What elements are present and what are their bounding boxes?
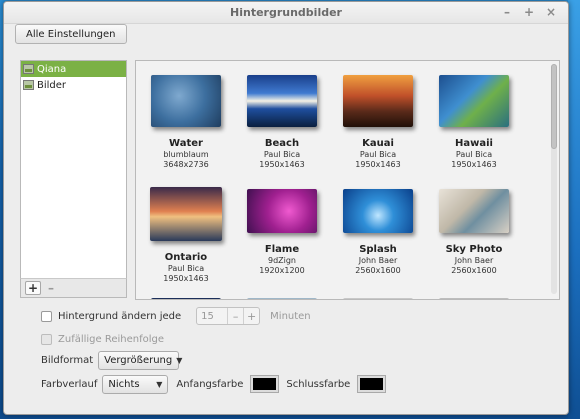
wallpaper-tile-beach[interactable]: Beach Paul Bica 1950x1463 (237, 75, 327, 170)
wallpaper-author: Paul Bica (359, 150, 397, 159)
wallpaper-thumbnail (439, 75, 509, 127)
interval-unit-label: Minuten (270, 310, 311, 322)
interval-spinner[interactable]: 15 – + (196, 307, 261, 325)
grid-scrollbar[interactable] (551, 64, 557, 294)
wallpaper-author: Paul Bica (167, 264, 205, 273)
wallpaper-resolution: 1950x1463 (259, 160, 305, 169)
wallpaper-name: Beach (264, 138, 300, 149)
maximize-button[interactable]: + (522, 4, 536, 20)
wallpaper-tile-splash[interactable]: Splash John Baer 2560x1600 (333, 189, 423, 276)
gradient-value: Nichts (108, 378, 140, 390)
add-source-button[interactable]: + (25, 281, 41, 295)
wallpaper-thumbnail (439, 189, 509, 233)
wallpaper-name: Water (169, 138, 203, 149)
picture-format-value: Vergrößerung (104, 354, 173, 366)
source-item-qiana[interactable]: Qiana (21, 61, 126, 77)
interval-increase-button[interactable]: + (243, 308, 259, 324)
wallpaper-resolution: 1950x1463 (451, 160, 497, 169)
chevron-down-icon: ▼ (176, 355, 183, 365)
wallpaper-tile-kauai[interactable]: Kauai Paul Bica 1950x1463 (333, 75, 423, 170)
picture-format-row: Bildformat Vergrößerung ▼ (41, 350, 183, 370)
picture-folder-icon (23, 80, 34, 90)
wallpaper-tile-flame[interactable]: Flame 9dZign 1920x1200 (237, 189, 327, 276)
chevron-down-icon: ▼ (156, 379, 163, 389)
interval-decrease-button[interactable]: – (227, 308, 243, 324)
title-bar: Hintergrundbilder – + × (4, 2, 568, 24)
wallpaper-name: Splash (359, 244, 397, 255)
wallpaper-resolution: 2560x1600 (355, 266, 401, 275)
gradient-label: Farbverlauf (41, 378, 98, 390)
source-list-toolbar: + – (20, 278, 127, 298)
wallpaper-name: Sky Photo (445, 244, 503, 255)
picture-format-dropdown[interactable]: Vergrößerung ▼ (98, 350, 183, 370)
toolbar: Alle Einstellungen (4, 24, 568, 50)
wallpaper-resolution: 3648x2736 (163, 160, 209, 169)
window-title: Hintergrundbilder (230, 6, 342, 19)
close-button[interactable]: × (544, 4, 558, 20)
wallpaper-author: blumblaum (163, 150, 209, 159)
wallpaper-name: Ontario (164, 252, 208, 263)
picture-format-label: Bildformat (41, 354, 94, 366)
wallpaper-resolution: 1950x1463 (355, 160, 401, 169)
end-color-label: Schlussfarbe (286, 378, 351, 390)
change-interval-row: Hintergrund ändern jede 15 – + Minuten (41, 306, 311, 326)
wallpaper-thumbnail (247, 75, 317, 127)
wallpaper-name: Hawaii (455, 138, 493, 149)
end-color-button[interactable] (357, 375, 387, 393)
grid-scrollbar-thumb[interactable] (551, 64, 557, 149)
source-list: Qiana Bilder (20, 60, 127, 298)
wallpaper-tile-water[interactable]: Water blumblaum 3648x2736 (141, 75, 231, 170)
wallpaper-author: John Baer (454, 256, 494, 265)
wallpaper-resolution: 2560x1600 (451, 266, 497, 275)
interval-value: 15 (201, 310, 214, 322)
wallpaper-author: 9dZign (267, 256, 297, 265)
wallpaper-thumbnail-partial[interactable] (151, 298, 221, 299)
change-background-checkbox[interactable] (41, 310, 52, 322)
source-item-bilder[interactable]: Bilder (21, 77, 126, 93)
wallpaper-tile-sky-photo[interactable]: Sky Photo John Baer 2560x1600 (429, 189, 519, 276)
gradient-dropdown[interactable]: Nichts ▼ (102, 374, 169, 394)
desktop-background (568, 0, 580, 419)
wallpaper-thumbnail (343, 75, 413, 127)
wallpaper-thumbnail-partial[interactable] (343, 298, 413, 299)
minimize-button[interactable]: – (500, 4, 514, 20)
picture-folder-icon (23, 64, 34, 74)
random-order-checkbox[interactable] (41, 333, 52, 345)
wallpaper-settings-window: Hintergrundbilder – + × Alle Einstellung… (3, 1, 569, 415)
wallpaper-thumbnail-partial[interactable] (247, 298, 317, 299)
source-item-label: Qiana (37, 63, 67, 75)
start-color-label: Anfangsfarbe (176, 378, 244, 390)
wallpaper-thumbnail (247, 189, 317, 233)
wallpaper-thumbnail-partial[interactable] (439, 298, 509, 299)
remove-source-button[interactable]: – (43, 281, 59, 295)
wallpaper-resolution: 1920x1200 (259, 266, 305, 275)
random-order-row: Zufällige Reihenfolge (41, 329, 164, 349)
wallpaper-author: John Baer (358, 256, 398, 265)
window-controls: – + × (500, 4, 558, 20)
wallpaper-tile-ontario[interactable]: Ontario Paul Bica 1950x1463 (141, 187, 231, 284)
wallpaper-name: Kauai (362, 138, 394, 149)
wallpaper-thumbnail (150, 187, 222, 241)
wallpaper-thumbnail (151, 75, 221, 127)
wallpaper-name: Flame (264, 244, 300, 255)
start-color-button[interactable] (250, 375, 280, 393)
wallpaper-author: Paul Bica (263, 150, 301, 159)
gradient-row: Farbverlauf Nichts ▼ Anfangsfarbe Schlus… (41, 374, 387, 394)
source-item-label: Bilder (37, 79, 67, 91)
wallpaper-grid: Water blumblaum 3648x2736 Beach Paul Bic… (135, 60, 560, 300)
random-order-label: Zufällige Reihenfolge (58, 333, 165, 345)
wallpaper-author: Paul Bica (455, 150, 493, 159)
wallpaper-resolution: 1950x1463 (163, 274, 209, 283)
all-settings-button[interactable]: Alle Einstellungen (15, 24, 127, 44)
wallpaper-thumbnail (343, 189, 413, 233)
wallpaper-tile-hawaii[interactable]: Hawaii Paul Bica 1950x1463 (429, 75, 519, 170)
change-background-label: Hintergrund ändern jede (58, 310, 182, 322)
